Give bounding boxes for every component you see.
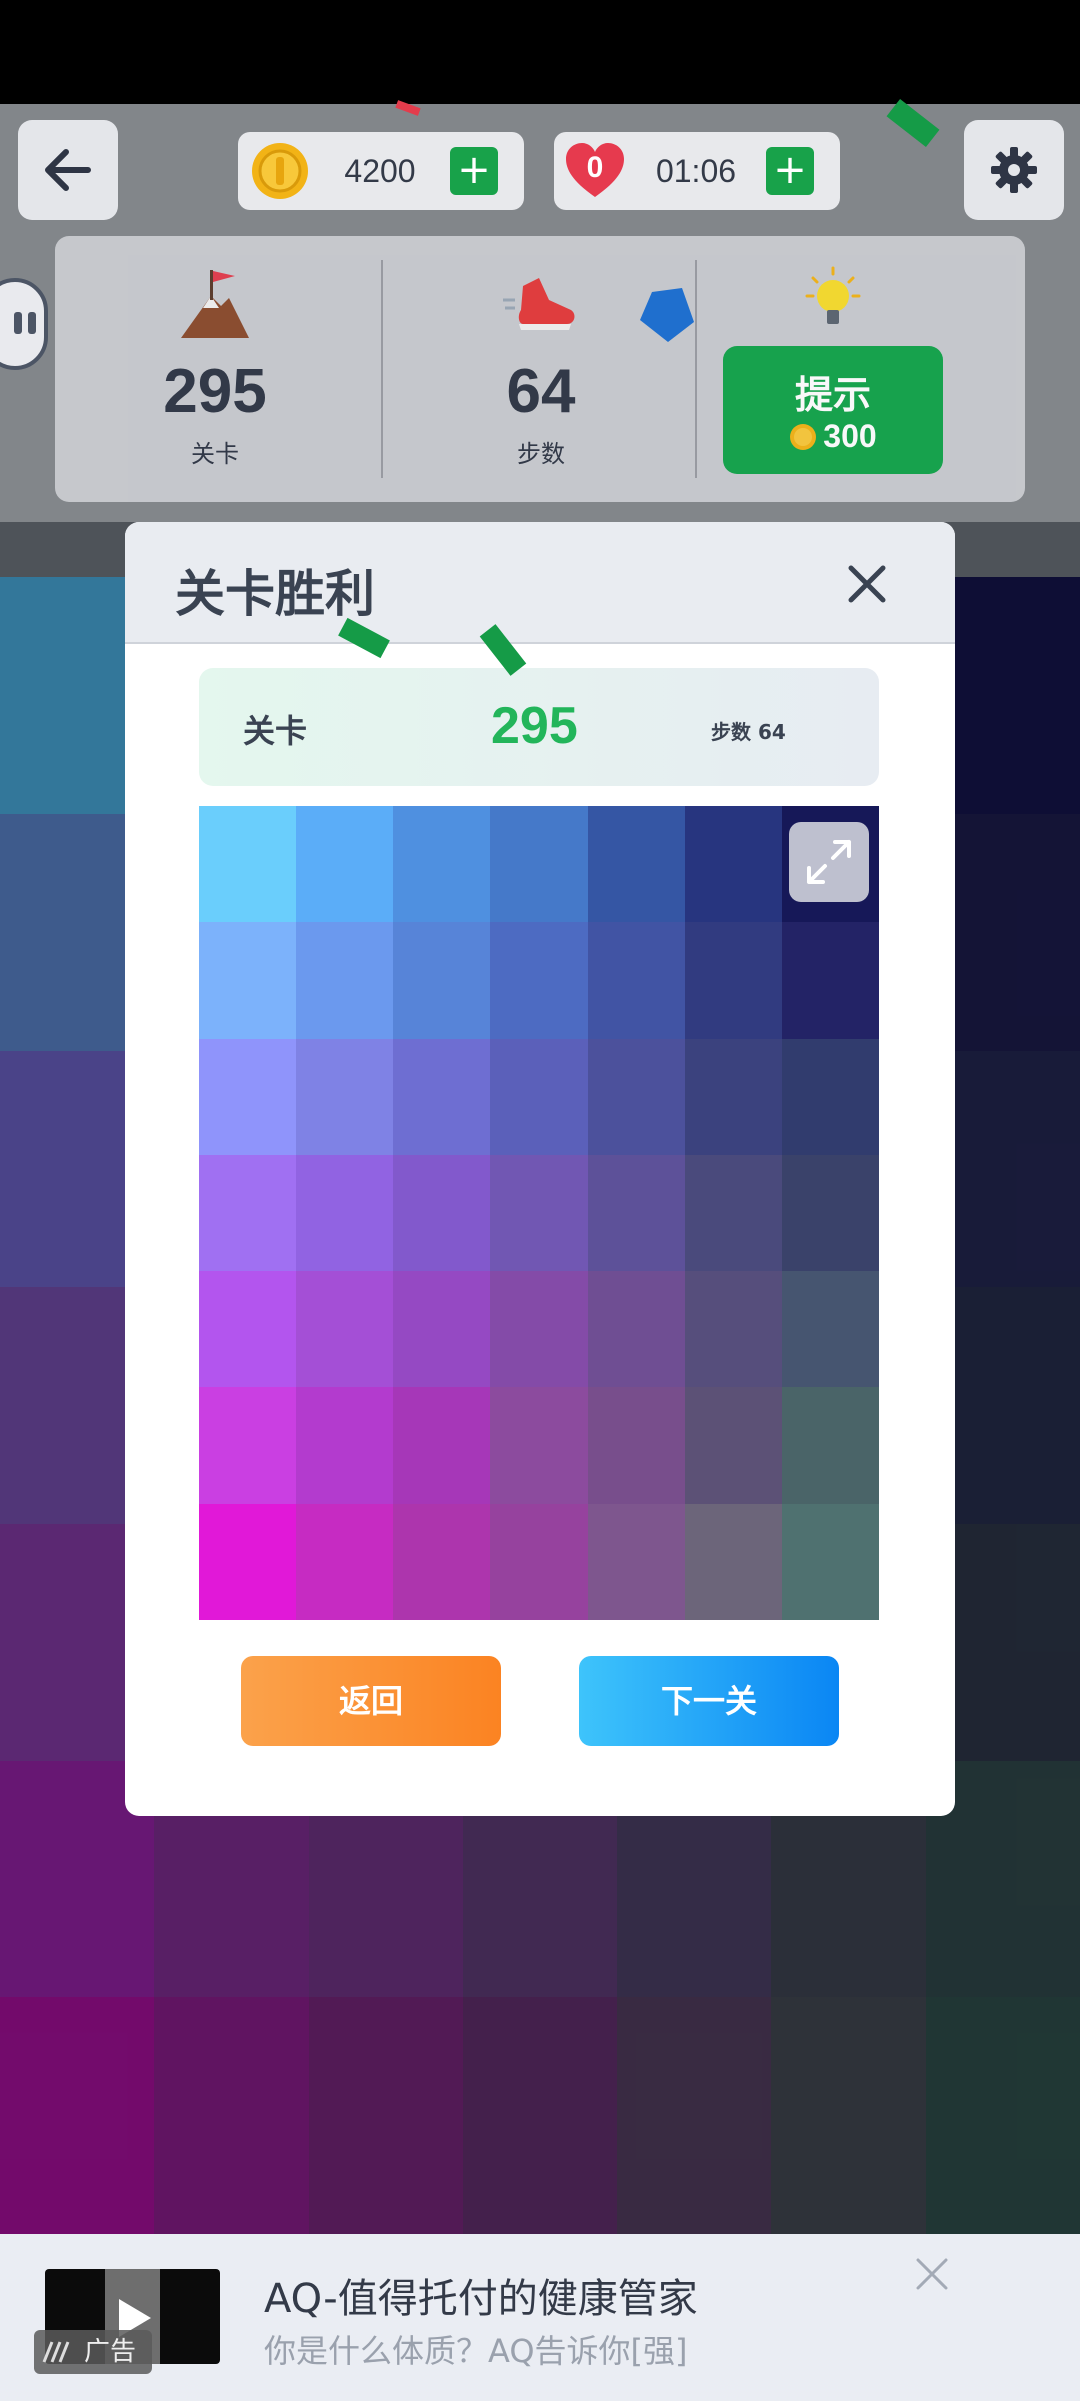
ad-close-icon[interactable] xyxy=(912,2254,952,2294)
back-button[interactable] xyxy=(18,120,118,220)
ad-subtitle: 你是什么体质？AQ告诉你[强] xyxy=(264,2332,688,2370)
color-tile xyxy=(296,1503,394,1620)
hint-button[interactable]: 提示 300 xyxy=(723,346,943,474)
color-tile xyxy=(490,806,588,923)
color-tile xyxy=(684,922,782,1039)
color-tile xyxy=(684,806,782,923)
color-tile xyxy=(587,1387,685,1504)
color-tile xyxy=(393,1387,491,1504)
color-tile xyxy=(490,1503,588,1620)
color-tile xyxy=(296,1038,394,1155)
steps-stat: 64 步数 xyxy=(381,236,701,502)
arrow-left-icon xyxy=(45,149,91,191)
lives-value: 0 xyxy=(586,151,604,184)
hint-cost: 300 xyxy=(723,418,943,455)
color-tile xyxy=(490,922,588,1039)
color-tile xyxy=(684,1038,782,1155)
color-tile xyxy=(781,1271,879,1388)
hint-label: 提示 xyxy=(794,373,871,417)
color-tile xyxy=(490,1271,588,1388)
info-steps: 步数 64 xyxy=(711,720,786,744)
color-tile xyxy=(296,1154,394,1272)
color-tile xyxy=(393,1271,491,1388)
ad-banner[interactable]: 广告 AQ-值得托付的健康管家 你是什么体质？AQ告诉你[强] xyxy=(0,2234,1080,2401)
color-tile xyxy=(684,1154,782,1272)
color-tile xyxy=(587,1038,685,1155)
color-tile xyxy=(199,806,297,923)
victory-dialog: 关卡胜利 关卡 295 步数 64 返回 下一关 xyxy=(125,522,955,1816)
color-tile xyxy=(199,1387,297,1504)
level-label: 关卡 xyxy=(191,440,239,468)
color-tile xyxy=(684,1271,782,1388)
steps-value: 64 xyxy=(506,357,576,426)
heart-icon: 0 xyxy=(564,141,626,201)
return-button[interactable]: 返回 xyxy=(241,1656,501,1746)
color-tile xyxy=(199,1503,297,1620)
ad-badge-label: 广告 xyxy=(84,2337,137,2367)
coins-counter: 4200 + xyxy=(238,132,524,210)
sneaker-icon xyxy=(503,278,575,330)
color-tile xyxy=(587,1503,685,1620)
ad-badge: 广告 xyxy=(34,2330,152,2374)
timer-value: 01:06 xyxy=(655,152,737,189)
color-tile xyxy=(393,806,491,923)
steps-label: 步数 xyxy=(517,440,565,468)
expand-icon xyxy=(807,840,851,884)
confetti xyxy=(640,288,694,342)
color-tile xyxy=(587,806,685,923)
stats-panel: 295 关卡 64 步数 提示 300 xyxy=(55,236,1025,502)
level-stat: 295 关卡 xyxy=(55,236,375,502)
side-pause-tab[interactable] xyxy=(0,278,48,370)
color-tile xyxy=(684,1387,782,1504)
color-tile xyxy=(490,1038,588,1155)
ad-title[interactable]: AQ-值得托付的健康管家 xyxy=(264,2266,698,2324)
lightbulb-icon xyxy=(805,266,861,324)
flag-mountain-icon xyxy=(181,270,249,338)
color-tile xyxy=(296,1387,394,1504)
color-tile xyxy=(393,1038,491,1155)
info-level-value: 295 xyxy=(491,697,578,755)
color-tile xyxy=(781,1154,879,1272)
dialog-title: 关卡胜利 xyxy=(175,565,375,623)
color-tile xyxy=(199,1271,297,1388)
color-tile xyxy=(296,1271,394,1388)
color-tile xyxy=(199,1154,297,1272)
expand-button[interactable] xyxy=(789,822,869,902)
color-tile xyxy=(587,922,685,1039)
coin-icon xyxy=(790,424,817,450)
color-tile xyxy=(587,1271,685,1388)
add-lives-button[interactable]: + xyxy=(766,147,814,195)
ad-logo-icon xyxy=(42,2341,70,2363)
color-tile xyxy=(587,1154,685,1272)
coins-value: 4200 xyxy=(344,152,416,189)
color-tile xyxy=(296,806,394,923)
color-tile xyxy=(199,1038,297,1155)
color-tile xyxy=(781,1038,879,1155)
lives-counter: 0 01:06 + xyxy=(554,132,840,210)
color-tile xyxy=(684,1503,782,1620)
add-coins-button[interactable]: + xyxy=(450,147,498,195)
color-tile xyxy=(199,922,297,1039)
info-level-label: 关卡 xyxy=(243,712,308,750)
color-tile xyxy=(781,1387,879,1504)
level-value: 295 xyxy=(163,357,267,426)
color-tile xyxy=(490,1387,588,1504)
color-tile xyxy=(781,922,879,1039)
color-tile xyxy=(490,1154,588,1272)
solved-color-grid xyxy=(199,806,879,1620)
color-tile xyxy=(393,1154,491,1272)
color-tile xyxy=(296,922,394,1039)
level-info-box: 关卡 295 步数 64 xyxy=(199,668,879,786)
color-tile xyxy=(781,1503,879,1620)
next-level-button[interactable]: 下一关 xyxy=(579,1656,839,1746)
color-tile xyxy=(393,1503,491,1620)
color-tile xyxy=(393,922,491,1039)
hint-cost-value: 300 xyxy=(823,418,877,454)
status-bar xyxy=(0,0,1080,104)
close-icon[interactable] xyxy=(841,558,893,610)
gear-icon xyxy=(991,147,1037,193)
coin-icon xyxy=(252,143,308,199)
dialog-header: 关卡胜利 xyxy=(125,522,955,644)
settings-button[interactable] xyxy=(964,120,1064,220)
